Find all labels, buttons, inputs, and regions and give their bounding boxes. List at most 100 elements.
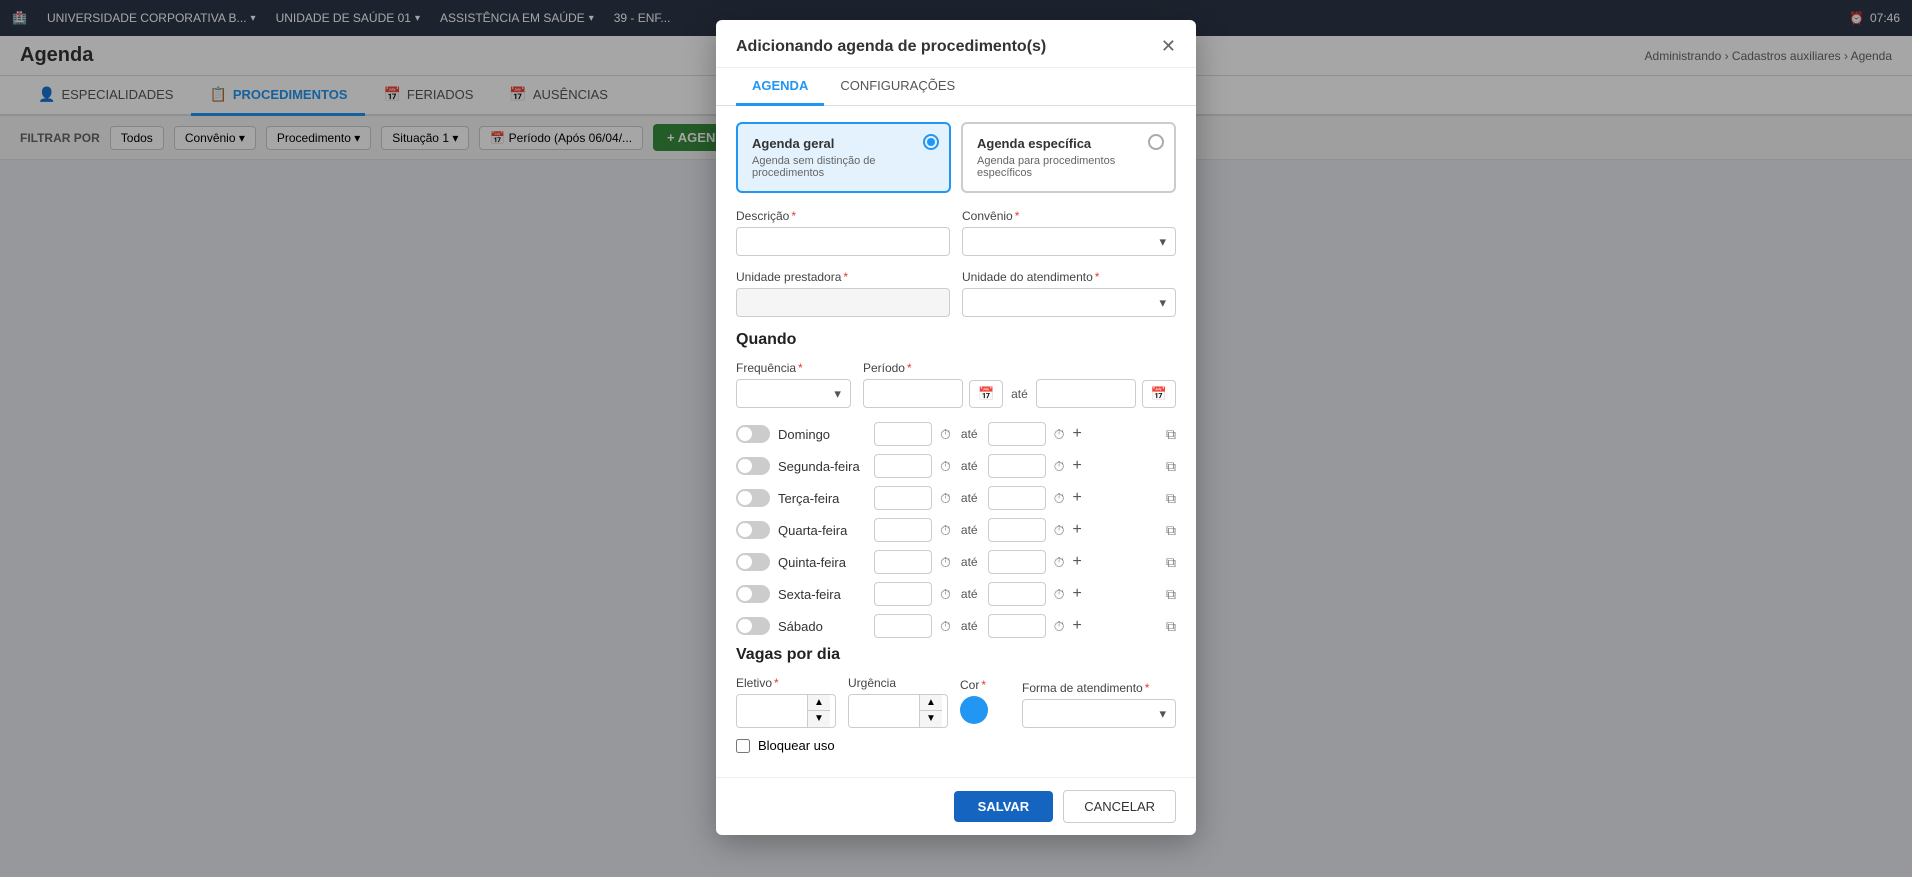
agenda-geral-desc: Agenda sem distinção de procedimentos: [752, 155, 935, 179]
convenio-select[interactable]: [962, 227, 1176, 256]
clock-icon-quarta2: ⏱: [1054, 522, 1065, 539]
calendario-end-button[interactable]: 📅: [1142, 380, 1176, 408]
modal-tab-configuracoes[interactable]: CONFIGURAÇÕES: [824, 68, 971, 106]
form-group-forma-atendimento: Forma de atendimento*: [1022, 681, 1176, 728]
copy-terca[interactable]: ⧉: [1166, 490, 1176, 507]
add-time-terca[interactable]: +: [1073, 489, 1082, 507]
toggle-sabado[interactable]: [736, 617, 770, 635]
eletivo-label: Eletivo*: [736, 676, 836, 690]
copy-sexta[interactable]: ⧉: [1166, 586, 1176, 603]
unidade-prestadora-label: Unidade prestadora*: [736, 270, 950, 284]
time-end-terca[interactable]: [988, 486, 1046, 510]
cor-picker[interactable]: [960, 696, 988, 724]
toggle-domingo[interactable]: [736, 425, 770, 443]
toggle-segunda[interactable]: [736, 457, 770, 475]
time-end-sabado[interactable]: [988, 614, 1046, 638]
urgencia-input[interactable]: [849, 695, 919, 727]
clock-icon-quarta: ⏱: [940, 522, 951, 539]
urgencia-decrement[interactable]: ▼: [920, 711, 942, 727]
eletivo-decrement[interactable]: ▼: [808, 711, 830, 727]
eletivo-spinner-btns: ▲ ▼: [807, 695, 830, 727]
add-time-segunda[interactable]: +: [1073, 457, 1082, 475]
time-start-segunda[interactable]: [874, 454, 932, 478]
time-end-quarta[interactable]: [988, 518, 1046, 542]
cor-label: Cor*: [960, 678, 1010, 692]
urgencia-increment[interactable]: ▲: [920, 695, 942, 711]
bloquear-checkbox[interactable]: [736, 739, 750, 753]
copy-quarta[interactable]: ⧉: [1166, 522, 1176, 539]
clock-icon-segunda: ⏱: [940, 458, 951, 475]
urgencia-spinner: ▲ ▼: [848, 694, 948, 728]
day-name-quinta: Quinta-feira: [778, 555, 866, 570]
calendario-start-button[interactable]: 📅: [969, 380, 1003, 408]
cancel-button[interactable]: CANCELAR: [1063, 790, 1176, 823]
time-end-domingo[interactable]: [988, 422, 1046, 446]
day-name-domingo: Domingo: [778, 427, 866, 442]
modal-tab-agenda[interactable]: AGENDA: [736, 68, 824, 106]
toggle-quarta[interactable]: [736, 521, 770, 539]
form-group-descricao: Descrição*: [736, 209, 950, 256]
add-time-sabado[interactable]: +: [1073, 617, 1082, 635]
add-time-quinta[interactable]: +: [1073, 553, 1082, 571]
clock-icon-terca2: ⏱: [1054, 490, 1065, 507]
form-row-desc-convenio: Descrição* Convênio*: [736, 209, 1176, 256]
eletivo-input[interactable]: [737, 695, 807, 727]
radio-geral[interactable]: [923, 134, 939, 150]
periodo-start-input[interactable]: [863, 379, 963, 408]
copy-domingo[interactable]: ⧉: [1166, 426, 1176, 443]
copy-quinta[interactable]: ⧉: [1166, 554, 1176, 571]
periodo-wrapper: 📅 até 📅: [863, 379, 1176, 408]
periodo-end-input[interactable]: [1036, 379, 1136, 408]
close-button[interactable]: ✕: [1161, 36, 1176, 57]
form-group-unidade-atendimento: Unidade do atendimento*: [962, 270, 1176, 317]
copy-sabado[interactable]: ⧉: [1166, 618, 1176, 635]
time-end-segunda[interactable]: [988, 454, 1046, 478]
day-name-segunda: Segunda-feira: [778, 459, 866, 474]
toggle-sexta[interactable]: [736, 585, 770, 603]
clock-icon-quinta2: ⏱: [1054, 554, 1065, 571]
time-end-sexta[interactable]: [988, 582, 1046, 606]
form-group-periodo: Período* 📅 até 📅: [863, 361, 1176, 408]
add-time-quarta[interactable]: +: [1073, 521, 1082, 539]
toggle-quinta[interactable]: [736, 553, 770, 571]
clock-icon-domingo2: ⏱: [1054, 426, 1065, 443]
day-name-sexta: Sexta-feira: [778, 587, 866, 602]
add-time-sexta[interactable]: +: [1073, 585, 1082, 603]
toggle-terca[interactable]: [736, 489, 770, 507]
unidade-atendimento-select[interactable]: [962, 288, 1176, 317]
day-row-domingo: Domingo ⏱ até ⏱ + ⧉: [736, 422, 1176, 446]
forma-atendimento-label: Forma de atendimento*: [1022, 681, 1176, 695]
eletivo-increment[interactable]: ▲: [808, 695, 830, 711]
time-end-quinta[interactable]: [988, 550, 1046, 574]
days-container: Domingo ⏱ até ⏱ + ⧉ Segunda-feira ⏱ até: [736, 422, 1176, 638]
time-start-sexta[interactable]: [874, 582, 932, 606]
forma-atendimento-select[interactable]: [1022, 699, 1176, 728]
clock-icon-sexta2: ⏱: [1054, 586, 1065, 603]
add-time-domingo[interactable]: +: [1073, 425, 1082, 443]
radio-especifica[interactable]: [1148, 134, 1164, 150]
frequencia-select-wrapper: [736, 379, 851, 408]
frequencia-select[interactable]: [736, 379, 851, 408]
modal-body: Agenda geral Agenda sem distinção de pro…: [716, 106, 1196, 777]
vagas-row: Eletivo* ▲ ▼ Urgência: [736, 676, 1176, 728]
time-start-domingo[interactable]: [874, 422, 932, 446]
descricao-input[interactable]: [736, 227, 950, 256]
time-start-quinta[interactable]: [874, 550, 932, 574]
modal-footer: SALVAR CANCELAR: [716, 777, 1196, 835]
convenio-label: Convênio*: [962, 209, 1176, 223]
modal-tab-bar: AGENDA CONFIGURAÇÕES: [716, 68, 1196, 106]
modal-dialog: Adicionando agenda de procedimento(s) ✕ …: [716, 20, 1196, 835]
time-start-sabado[interactable]: [874, 614, 932, 638]
time-start-quarta[interactable]: [874, 518, 932, 542]
clock-icon-sexta: ⏱: [940, 586, 951, 603]
agenda-geral-card[interactable]: Agenda geral Agenda sem distinção de pro…: [736, 122, 951, 193]
unidade-atendimento-label: Unidade do atendimento*: [962, 270, 1176, 284]
vagas-heading: Vagas por dia: [736, 646, 1176, 664]
save-button[interactable]: SALVAR: [954, 791, 1054, 822]
agenda-geral-title: Agenda geral: [752, 136, 935, 151]
agenda-especifica-card[interactable]: Agenda específica Agenda para procedimen…: [961, 122, 1176, 193]
day-row-terca: Terça-feira ⏱ até ⏱ + ⧉: [736, 486, 1176, 510]
descricao-label: Descrição*: [736, 209, 950, 223]
time-start-terca[interactable]: [874, 486, 932, 510]
copy-segunda[interactable]: ⧉: [1166, 458, 1176, 475]
